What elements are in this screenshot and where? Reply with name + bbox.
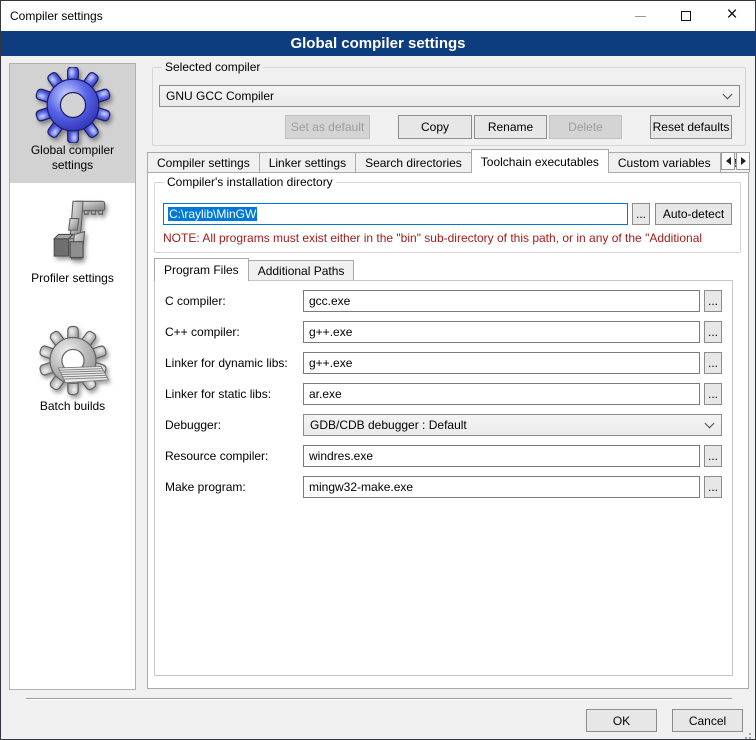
field-row-resource-compiler: Resource compiler: ... (165, 445, 722, 467)
window-title: Compiler settings (1, 9, 103, 23)
settings-category-list: Global compiler settings (9, 63, 136, 690)
compiler-settings-dialog: Compiler settings × Global compiler sett… (0, 0, 756, 740)
browse-c-compiler-button[interactable]: ... (704, 290, 722, 312)
page-title: Global compiler settings (1, 31, 755, 56)
program-files-panel: C compiler: ... C++ compiler: ... Linker… (154, 280, 733, 676)
sidebar-item-profiler-settings[interactable]: Profiler settings (10, 183, 135, 303)
installation-directory-row: C:\raylib\MinGW ... Auto-detect (163, 203, 732, 225)
sidebar-item-batch-builds[interactable]: Batch builds (10, 303, 135, 422)
tab-scroll-right-button[interactable] (736, 152, 750, 170)
compiler-actions: Set as default Copy Rename Delete Reset … (159, 115, 740, 139)
resource-compiler-input[interactable] (303, 445, 700, 467)
field-label: Linker for dynamic libs: (165, 356, 303, 370)
installation-directory-input[interactable]: C:\raylib\MinGW (163, 203, 628, 225)
arrow-left-icon (726, 157, 731, 165)
installation-directory-group: Compiler's installation directory C:\ray… (154, 182, 741, 253)
tab-scroll-left-button[interactable] (721, 152, 735, 170)
footer-separator (26, 698, 732, 700)
field-row-make-program: Make program: ... (165, 476, 722, 498)
debugger-select[interactable]: GDB/CDB debugger : Default (303, 414, 722, 436)
rename-button[interactable]: Rename (474, 115, 547, 139)
static-linker-input[interactable] (303, 383, 700, 405)
browse-static-linker-button[interactable]: ... (704, 383, 722, 405)
field-row-debugger: Debugger: GDB/CDB debugger : Default (165, 414, 722, 436)
tab-linker-settings[interactable]: Linker settings (259, 152, 356, 172)
field-row-cpp-compiler: C++ compiler: ... (165, 321, 722, 343)
make-program-input[interactable] (303, 476, 700, 498)
tab-search-directories[interactable]: Search directories (355, 152, 472, 172)
caliper-icon (37, 195, 109, 271)
field-row-c-compiler: C compiler: ... (165, 290, 722, 312)
browse-make-program-button[interactable]: ... (704, 476, 722, 498)
maximize-icon (681, 11, 691, 21)
ok-button[interactable]: OK (586, 709, 657, 732)
sidebar-item-label: Profiler settings (27, 271, 118, 294)
c-compiler-input[interactable] (303, 290, 700, 312)
field-label: Linker for static libs: (165, 387, 303, 401)
delete-button[interactable]: Delete (549, 115, 622, 139)
field-label: Debugger: (165, 418, 303, 432)
compiler-select[interactable]: GNU GCC Compiler (159, 85, 740, 107)
tab-scroll-buttons (720, 152, 750, 170)
field-label: C++ compiler: (165, 325, 303, 339)
arrow-right-icon (741, 157, 746, 165)
field-row-static-linker: Linker for static libs: ... (165, 383, 722, 405)
installation-directory-group-label: Compiler's installation directory (164, 175, 336, 189)
browse-directory-button[interactable]: ... (632, 203, 650, 225)
settings-tabbar: Compiler settings Linker settings Search… (147, 149, 749, 172)
tab-toolchain-executables[interactable]: Toolchain executables (471, 149, 609, 173)
sidebar-item-label: Batch builds (36, 399, 109, 422)
minimize-icon (635, 16, 646, 17)
close-button[interactable]: × (709, 1, 755, 31)
tab-custom-variables[interactable]: Custom variables (608, 152, 721, 172)
field-label: Make program: (165, 480, 303, 494)
field-label: C compiler: (165, 294, 303, 308)
chevron-down-icon (705, 418, 715, 428)
subtab-additional-paths[interactable]: Additional Paths (248, 260, 355, 280)
subtab-program-files[interactable]: Program Files (154, 258, 249, 281)
close-icon: × (726, 10, 737, 20)
maximize-button[interactable] (663, 1, 709, 31)
installation-directory-value: C:\raylib\MinGW (168, 207, 257, 221)
cancel-button[interactable]: Cancel (672, 709, 743, 732)
compiler-select-value: GNU GCC Compiler (166, 89, 274, 103)
browse-cpp-compiler-button[interactable]: ... (704, 321, 722, 343)
sidebar-item-label: Global compiler settings (10, 143, 135, 181)
titlebar: Compiler settings × (1, 1, 755, 31)
cpp-compiler-input[interactable] (303, 321, 700, 343)
minimize-button[interactable] (617, 1, 663, 31)
selected-compiler-group-label: Selected compiler (162, 60, 263, 74)
copy-button[interactable]: Copy (398, 115, 472, 139)
sidebar-item-global-compiler-settings[interactable]: Global compiler settings (10, 64, 135, 183)
toolchain-subtabbar: Program Files Additional Paths (154, 258, 353, 280)
selected-compiler-group: Selected compiler GNU GCC Compiler Set a… (152, 67, 746, 146)
field-row-dynamic-linker: Linker for dynamic libs: ... (165, 352, 722, 374)
caption-buttons: × (617, 1, 755, 31)
dynamic-linker-input[interactable] (303, 352, 700, 374)
browse-resource-compiler-button[interactable]: ... (704, 445, 722, 467)
auto-detect-button[interactable]: Auto-detect (655, 203, 732, 225)
chevron-down-icon (723, 89, 733, 99)
tab-compiler-settings[interactable]: Compiler settings (147, 152, 260, 172)
bin-subdirectory-note: NOTE: All programs must exist either in … (163, 231, 738, 245)
reset-defaults-button[interactable]: Reset defaults (650, 115, 732, 139)
gray-gear-stack-icon (36, 325, 110, 399)
browse-dynamic-linker-button[interactable]: ... (704, 352, 722, 374)
resize-grip[interactable] (749, 733, 751, 735)
blue-gear-icon (35, 67, 111, 143)
field-label: Resource compiler: (165, 449, 303, 463)
debugger-select-value: GDB/CDB debugger : Default (310, 418, 467, 432)
set-as-default-button[interactable]: Set as default (285, 115, 370, 139)
